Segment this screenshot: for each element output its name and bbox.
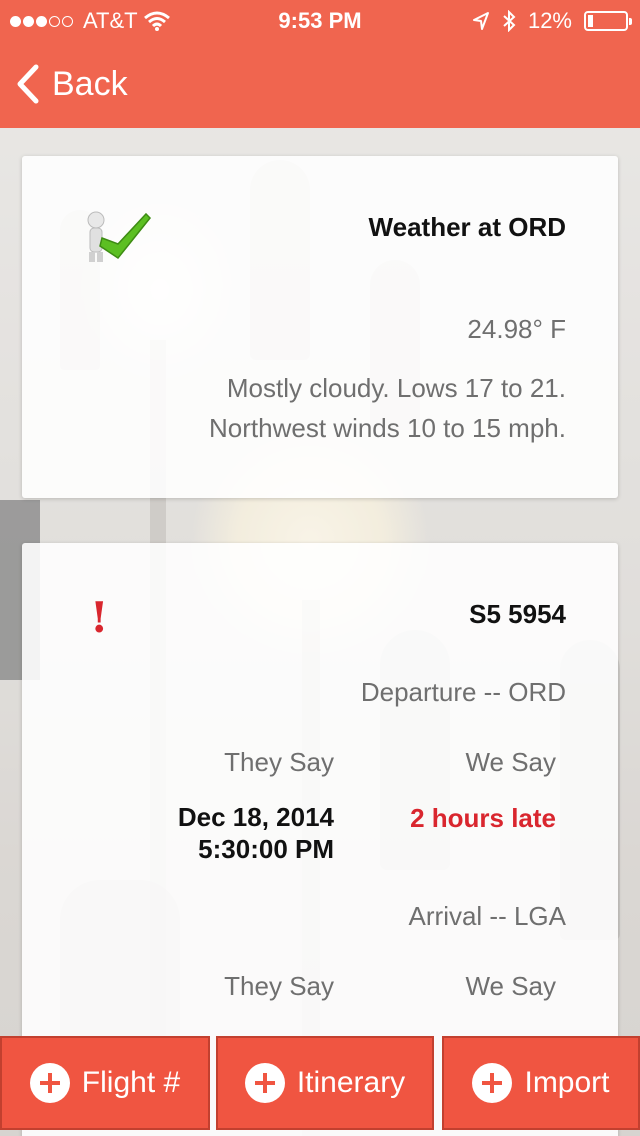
temperature: 24.98° F bbox=[467, 314, 566, 344]
plus-circle-icon bbox=[472, 1063, 513, 1103]
add-flight-button[interactable]: Flight # bbox=[0, 1036, 210, 1130]
chevron-left-icon bbox=[17, 64, 39, 104]
add-itinerary-button[interactable]: Itinerary bbox=[216, 1036, 434, 1130]
back-button[interactable]: Back bbox=[16, 62, 128, 106]
departure-time: 5:30:00 PM bbox=[198, 834, 334, 864]
arrival-they-say-label: They Say bbox=[224, 971, 334, 1001]
departure-heading: Departure -- ORD bbox=[360, 677, 566, 707]
forecast-line-2: Northwest winds 10 to 15 mph. bbox=[209, 413, 566, 443]
departure-date: Dec 18, 2014 bbox=[177, 802, 334, 832]
departure-scheduled: Dec 18, 2014 5:30:00 PM bbox=[178, 801, 334, 865]
checkmark-figure-icon bbox=[87, 211, 152, 262]
add-flight-label: Flight # bbox=[81, 1066, 181, 1099]
bluetooth-icon bbox=[503, 10, 516, 32]
departure-we-say-label: We Say bbox=[465, 747, 556, 777]
forecast-line-1: Mostly cloudy. Lows 17 to 21. bbox=[226, 373, 566, 403]
add-itinerary-label: Itinerary bbox=[296, 1066, 406, 1099]
arrival-we-say-label: We Say bbox=[465, 971, 556, 1001]
weather-card: Weather at ORD 24.98° F Mostly cloudy. L… bbox=[22, 156, 618, 498]
plus-circle-icon bbox=[29, 1063, 70, 1103]
back-label: Back bbox=[52, 64, 128, 103]
plus-circle-icon bbox=[244, 1063, 285, 1103]
import-label: Import bbox=[524, 1066, 610, 1099]
navigation-bar: AT&T 9:53 PM 12% Back bbox=[0, 0, 640, 128]
location-arrow-icon bbox=[472, 12, 489, 30]
alert-icon: ! bbox=[90, 593, 109, 642]
status-bar: AT&T 9:53 PM 12% bbox=[0, 0, 640, 40]
flight-number: S5 5954 bbox=[469, 599, 566, 629]
battery-icon bbox=[584, 11, 632, 31]
departure-they-say-label: They Say bbox=[224, 747, 334, 777]
weather-title: Weather at ORD bbox=[368, 212, 566, 242]
departure-prediction: 2 hours late bbox=[410, 803, 556, 833]
arrival-heading: Arrival -- LGA bbox=[408, 901, 566, 931]
import-button[interactable]: Import bbox=[442, 1036, 640, 1130]
battery-percent: 12% bbox=[527, 8, 572, 33]
